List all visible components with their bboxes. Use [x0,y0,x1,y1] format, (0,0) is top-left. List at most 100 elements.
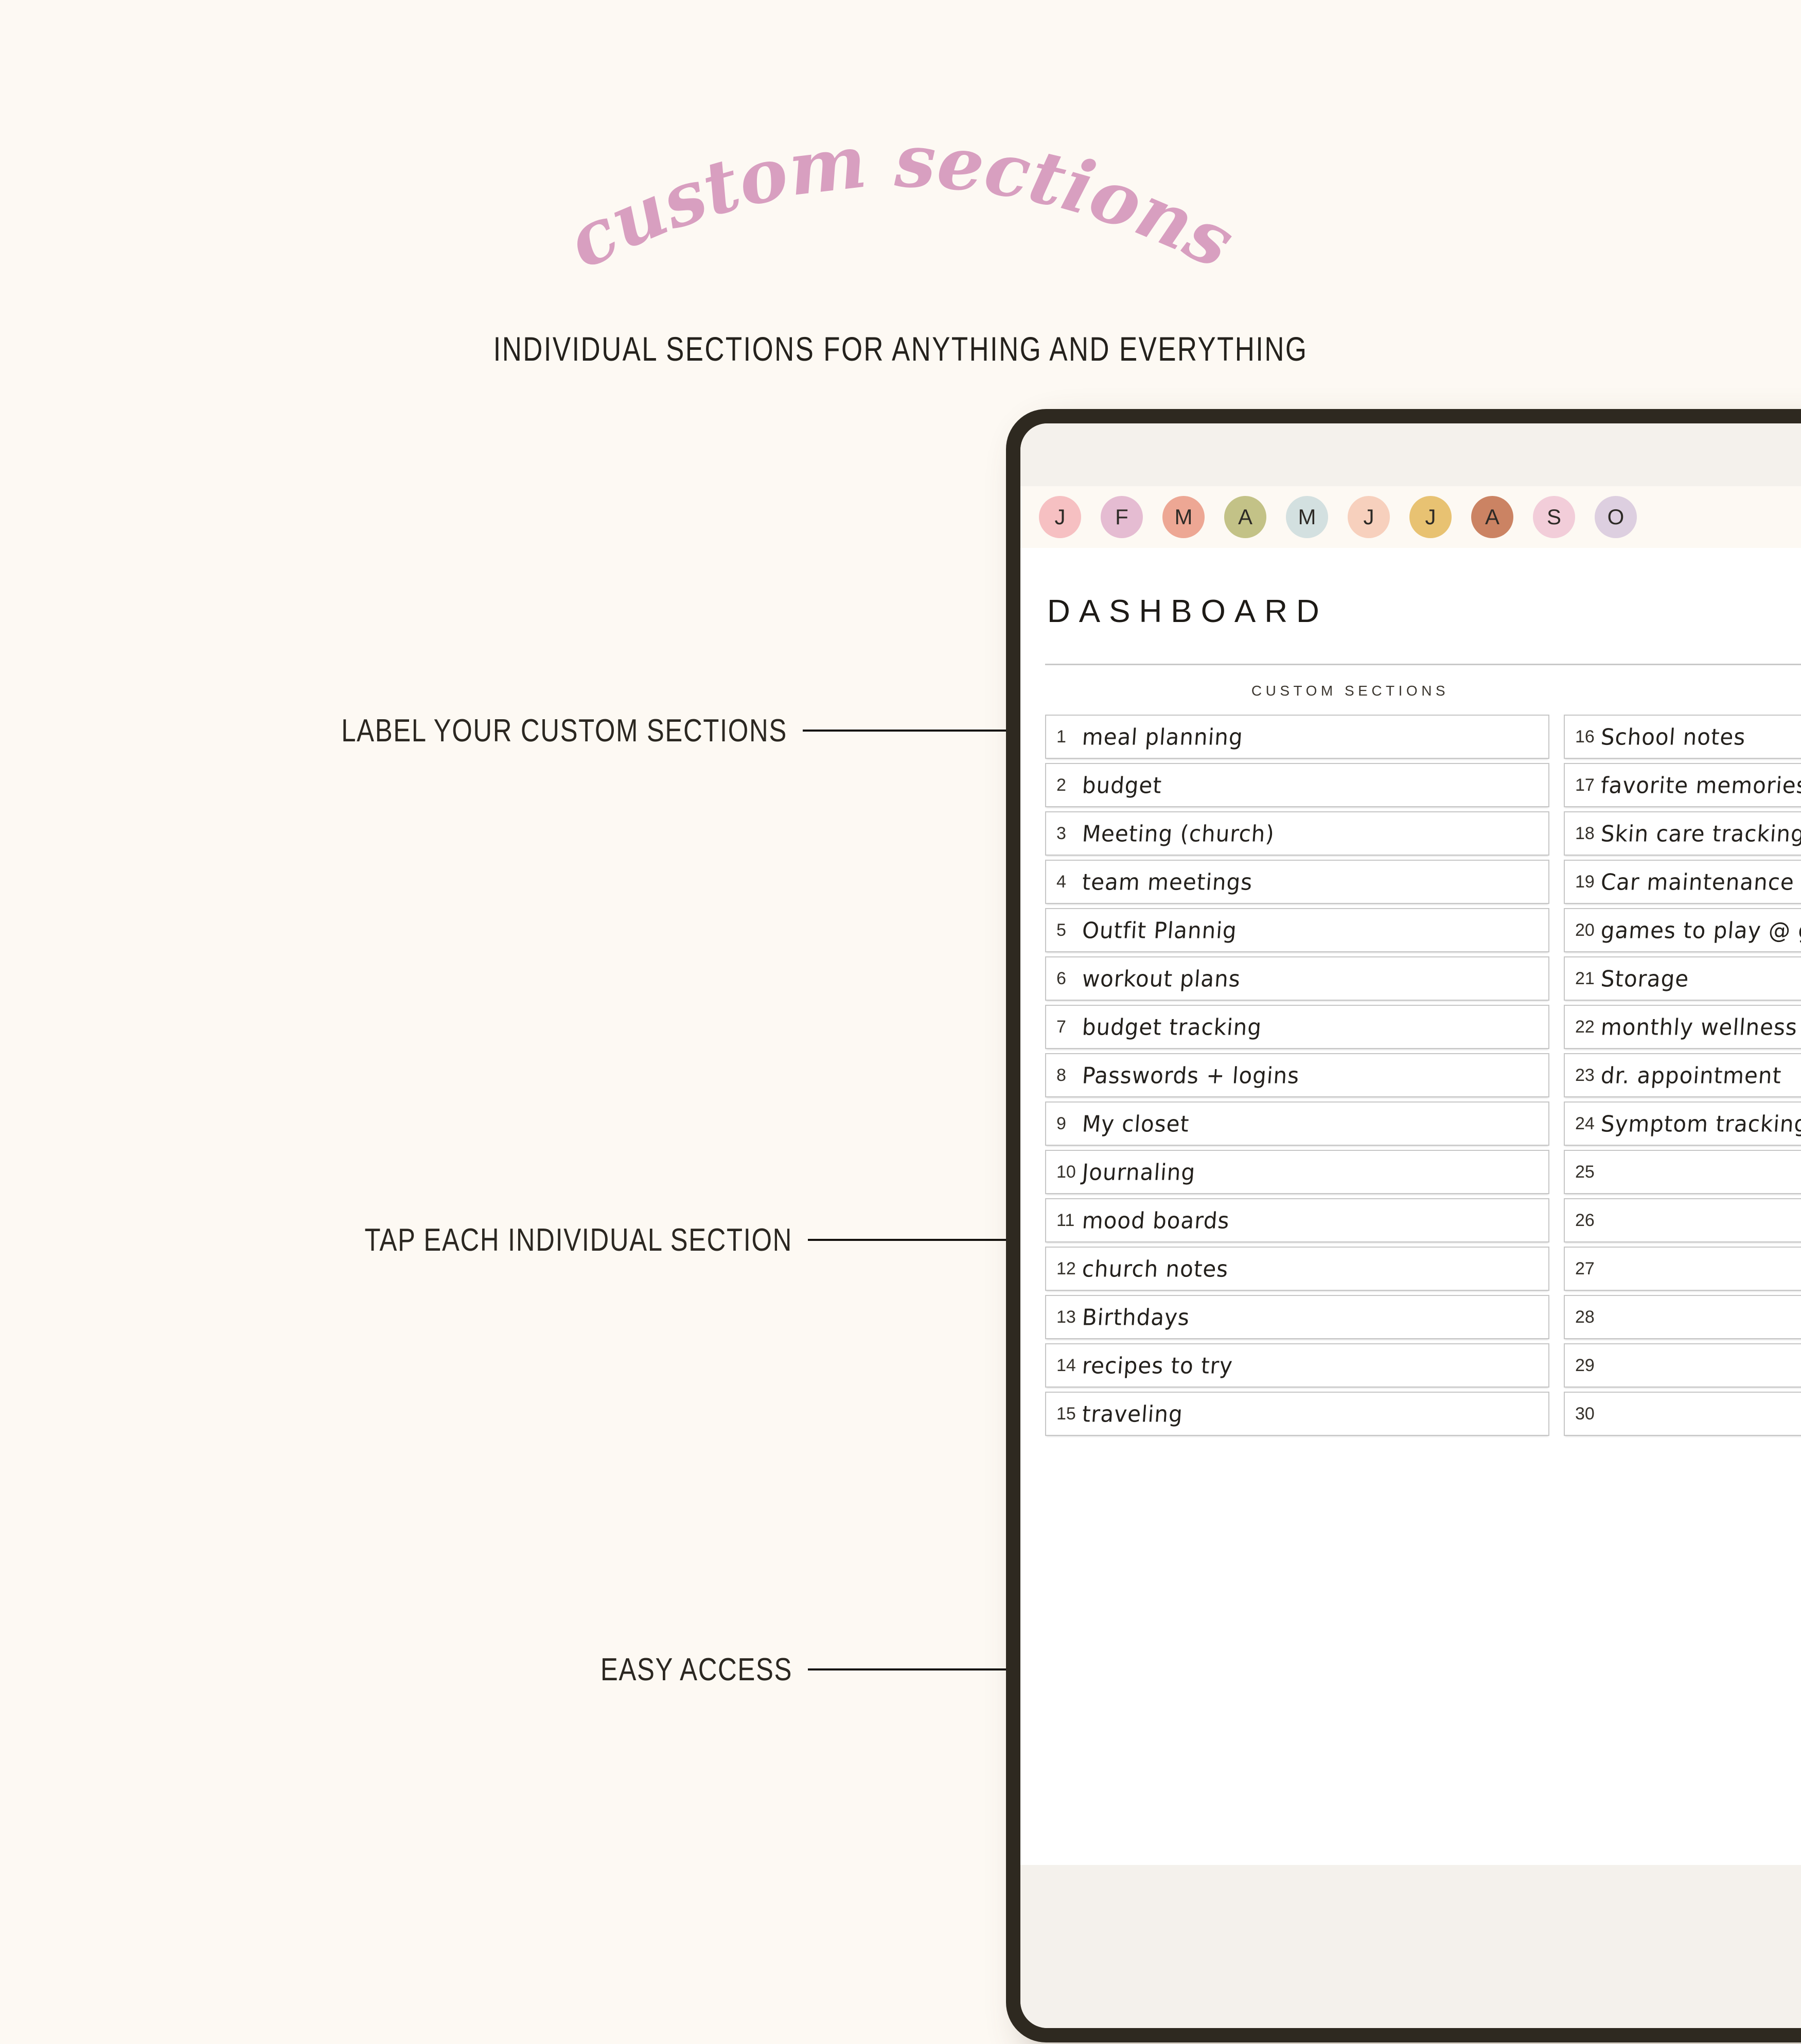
section-card[interactable]: 21 Storage [1564,956,1801,1001]
section-card-number: 20 [1575,920,1595,940]
section-card[interactable]: 16 School notes [1564,715,1801,759]
section-card-number: 17 [1575,775,1595,795]
section-card[interactable]: 19 Car maintenance [1564,860,1801,904]
section-card-label[interactable]: Outfit Plannig [1081,917,1238,944]
screen-top-band [1020,423,1801,486]
section-card-label[interactable]: games to play @ ga [1600,917,1801,944]
section-card-number: 18 [1575,823,1595,843]
section-card[interactable]: 18 Skin care tracking [1564,811,1801,856]
section-card-number: 13 [1056,1307,1076,1327]
section-card[interactable]: 7 budget tracking [1045,1005,1549,1049]
section-card-number: 27 [1575,1258,1595,1278]
section-card-number: 14 [1056,1355,1076,1375]
month-tab-bar[interactable]: JFMAMJJASO [1020,486,1801,548]
annotation-text: LABEL YOUR CUSTOM SECTIONS [341,713,787,749]
section-card-label[interactable]: Birthdays [1081,1304,1191,1330]
section-card-label[interactable]: Symptom tracking [1600,1111,1801,1137]
section-card-number: 23 [1575,1065,1595,1085]
section-card-label[interactable]: Storage [1600,966,1690,992]
section-card[interactable]: 9 My closet [1045,1101,1549,1146]
section-card-label[interactable]: My closet [1081,1111,1190,1137]
section-card[interactable]: 22 monthly wellness [1564,1005,1801,1049]
section-card-label[interactable]: budget [1081,772,1162,798]
month-tab-june[interactable]: J [1348,496,1390,538]
section-card-number: 30 [1575,1403,1595,1424]
tablet-device-frame: JFMAMJJASO DASHBOARD CUSTOM SECTIONS 1 me… [1006,409,1801,2042]
section-card-label[interactable]: Skin care tracking [1600,821,1801,847]
section-card-number: 21 [1575,968,1595,988]
month-tab-october[interactable]: O [1595,496,1637,538]
month-tab-february[interactable]: F [1101,496,1143,538]
section-card[interactable]: 25 [1564,1150,1801,1194]
annotation-easy-access: EASY ACCESS [62,1651,1096,1687]
section-card-number: 9 [1056,1113,1066,1133]
month-tab-august[interactable]: A [1471,496,1513,538]
tablet-screen: JFMAMJJASO DASHBOARD CUSTOM SECTIONS 1 me… [1020,423,1801,2028]
section-card-label[interactable]: Car maintenance [1600,869,1795,895]
section-card-number: 26 [1575,1210,1595,1230]
dashboard-page: DASHBOARD CUSTOM SECTIONS 1 meal planning… [1020,548,1801,1865]
page-title-text: custom sections [554,118,1247,286]
section-card-label[interactable]: monthly wellness [1600,1014,1798,1040]
section-card[interactable]: 12 church notes [1045,1247,1549,1291]
section-card[interactable]: 29 [1564,1343,1801,1388]
section-card[interactable]: 2 budget [1045,763,1549,807]
section-card-number: 12 [1056,1258,1076,1278]
month-tab-april[interactable]: A [1224,496,1266,538]
section-card[interactable]: 3 Meeting (church) [1045,811,1549,856]
section-card-number: 5 [1056,920,1066,940]
section-card-number: 7 [1056,1017,1066,1037]
section-card[interactable]: 23 dr. appointment [1564,1053,1801,1097]
section-card-label[interactable]: budget tracking [1081,1014,1263,1040]
section-card-label[interactable]: mood boards [1081,1207,1230,1234]
section-card[interactable]: 5 Outfit Plannig [1045,908,1549,952]
section-card[interactable]: 11 mood boards [1045,1198,1549,1242]
section-card[interactable]: 15 traveling [1045,1392,1549,1436]
section-card[interactable]: 13 Birthdays [1045,1295,1549,1339]
section-card-label[interactable]: church notes [1081,1256,1229,1282]
custom-sections-label: CUSTOM SECTIONS [1251,683,1450,699]
month-tab-march[interactable]: M [1162,496,1205,538]
section-card[interactable]: 4 team meetings [1045,860,1549,904]
annotation-text: EASY ACCESS [600,1651,792,1687]
section-card[interactable]: 14 recipes to try [1045,1343,1549,1388]
section-card-label[interactable]: dr. appointment [1600,1062,1782,1089]
section-card-label[interactable]: meal planning [1081,724,1244,750]
section-card-number: 8 [1056,1065,1066,1085]
custom-sections-column-left: 1 meal planning 2 budget 3 Meeting (church) 4 t… [1045,715,1549,1436]
page-title-arched: custom sections [0,118,1801,288]
section-card[interactable]: 28 [1564,1295,1801,1339]
month-tab-january[interactable]: J [1039,496,1081,538]
section-card-label[interactable]: Meeting (church) [1081,821,1275,847]
section-card[interactable]: 27 [1564,1247,1801,1291]
section-card[interactable]: 6 workout plans [1045,956,1549,1001]
section-card[interactable]: 1 meal planning [1045,715,1549,759]
section-card-label[interactable]: workout plans [1081,966,1241,992]
page-header: custom sections INDIVIDUAL SECTIONS FOR … [0,0,1801,391]
section-card-number: 19 [1575,872,1595,892]
section-card-number: 24 [1575,1113,1595,1133]
section-card-label[interactable]: favorite memories [1600,772,1801,798]
section-card-number: 11 [1056,1210,1075,1230]
section-card-label[interactable]: recipes to try [1081,1353,1233,1379]
section-card-label[interactable]: Passwords + logins [1081,1062,1300,1089]
month-tab-may[interactable]: M [1286,496,1328,538]
section-card-number: 29 [1575,1355,1595,1375]
section-card[interactable]: 24 Symptom tracking [1564,1101,1801,1146]
section-card-label[interactable]: School notes [1600,724,1746,750]
month-tab-september[interactable]: S [1533,496,1575,538]
section-card[interactable]: 26 [1564,1198,1801,1242]
section-card[interactable]: 8 Passwords + logins [1045,1053,1549,1097]
month-tab-july[interactable]: J [1409,496,1452,538]
section-card-number: 6 [1056,968,1066,988]
section-card-label[interactable]: team meetings [1081,869,1253,895]
section-card-label[interactable]: traveling [1081,1401,1184,1427]
section-card-number: 10 [1056,1162,1076,1182]
section-card-label[interactable]: Journaling [1081,1159,1196,1185]
section-card-number: 3 [1056,823,1066,843]
section-card-number: 15 [1056,1403,1076,1424]
section-card[interactable]: 30 [1564,1392,1801,1436]
section-card[interactable]: 17 favorite memories [1564,763,1801,807]
section-card[interactable]: 10 Journaling [1045,1150,1549,1194]
section-card[interactable]: 20 games to play @ ga [1564,908,1801,952]
